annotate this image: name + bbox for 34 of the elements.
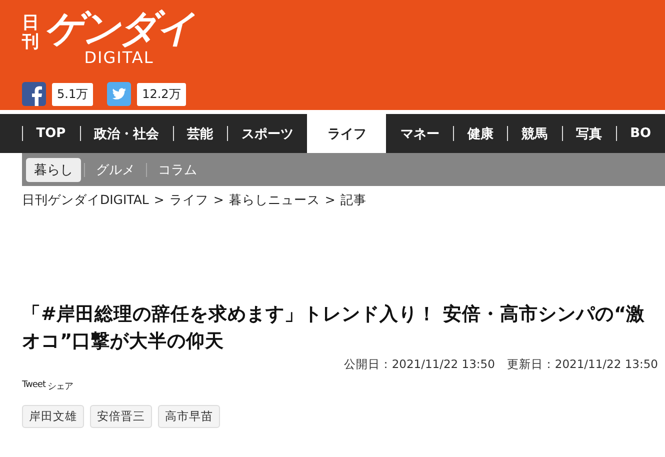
logo-subtitle: DIGITAL	[84, 50, 154, 66]
breadcrumb-separator: >	[213, 192, 224, 209]
sub-nav-tab[interactable]: コラム	[150, 158, 205, 182]
nav-tab[interactable]: 芸能	[173, 114, 228, 153]
share-link[interactable]: シェア	[47, 380, 73, 393]
share-link[interactable]: Tweet	[22, 380, 46, 393]
nav-tab[interactable]: マネー	[386, 114, 454, 153]
logo-text: ゲンダイ	[45, 6, 193, 50]
breadcrumb-separator: >	[154, 192, 164, 209]
tag-chip[interactable]: 岸田文雄	[22, 405, 84, 428]
facebook-icon[interactable]	[22, 82, 46, 106]
share-count: 12.2万	[137, 82, 186, 106]
tag-chip[interactable]: 高市早苗	[158, 405, 220, 428]
nav-tab[interactable]: BO	[616, 114, 665, 153]
nav-tab[interactable]: 健康	[453, 114, 508, 153]
nav-tab[interactable]: 政治・社会	[80, 114, 173, 153]
nav-tab[interactable]: スポーツ	[227, 114, 308, 153]
breadcrumb-separator: >	[324, 192, 336, 209]
nav-tab[interactable]: 競馬	[508, 114, 562, 153]
bird-icon[interactable]	[107, 82, 132, 106]
published-date: 公開日：2021/11/22 13:50	[344, 357, 495, 372]
share-count: 5.1万	[52, 82, 94, 106]
updated-date: 更新日：2021/11/22 13:50	[506, 357, 658, 372]
tag-chip[interactable]: 安倍晋三	[90, 405, 152, 428]
sub-nav-tab[interactable]: 暮らし	[26, 158, 81, 182]
breadcrumb-link[interactable]: ライフ	[169, 192, 208, 209]
sub-nav-tab[interactable]: グルメ	[88, 158, 143, 182]
nav-tab[interactable]: ライフ	[307, 114, 386, 153]
nav-tab[interactable]: 写真	[562, 114, 616, 153]
breadcrumb-link[interactable]: 暮らしニュース	[228, 192, 320, 209]
article-title: 「#岸田総理の辞任を求めます」トレンド入り！ 安倍・高市シンパの“激オコ”口撃が大半の仰天	[22, 302, 646, 354]
logo-small-text: 日刊	[22, 14, 39, 52]
nav-tab[interactable]: TOP	[22, 114, 80, 153]
breadcrumb-link[interactable]: 日刊ゲンダイDIGITAL	[22, 192, 149, 209]
